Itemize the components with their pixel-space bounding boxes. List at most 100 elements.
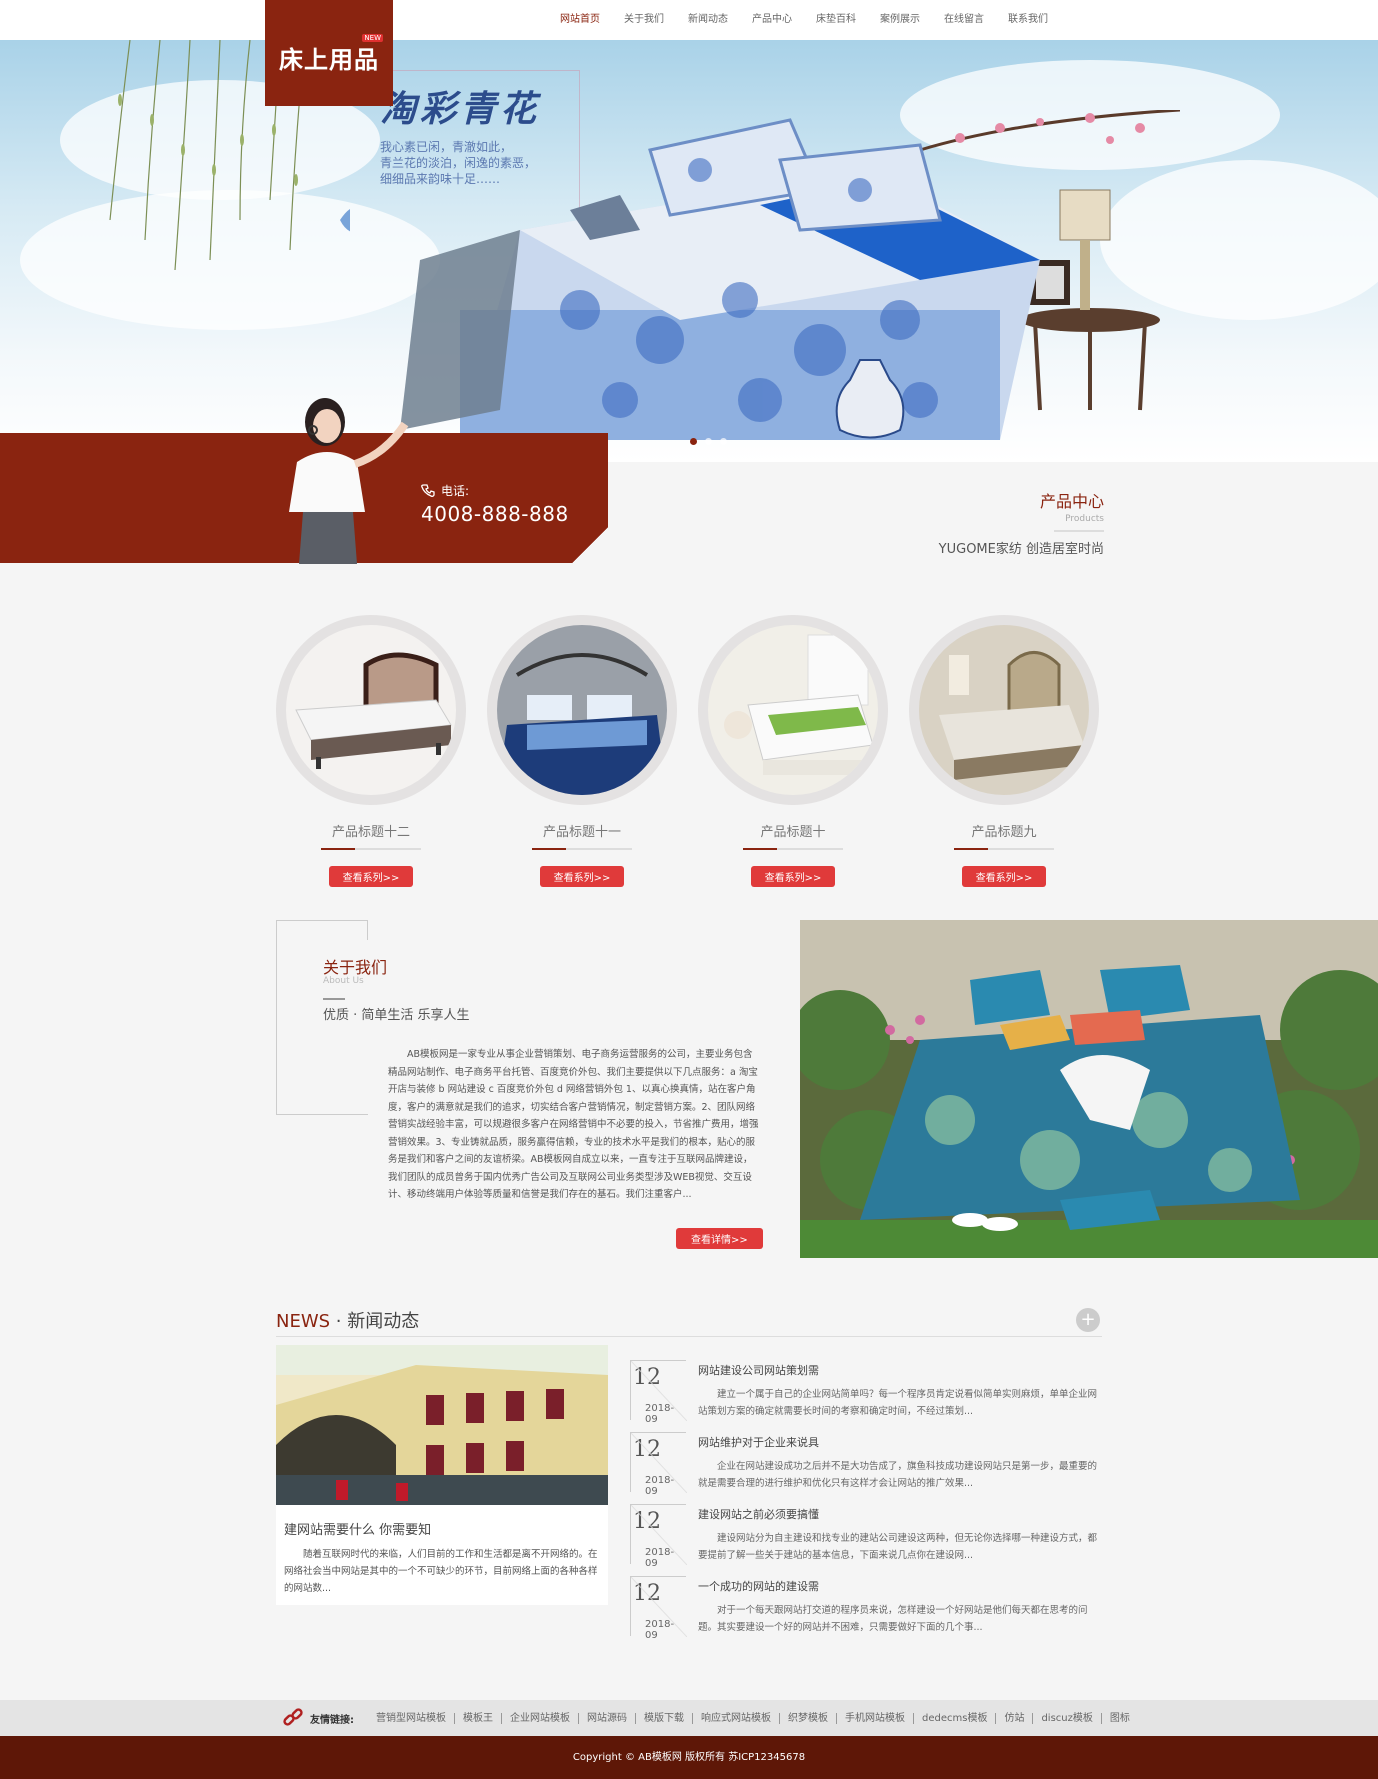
title-underline [954,848,1054,850]
featured-news-title[interactable]: 建网站需要什么 你需要知 [276,1509,608,1538]
divider [323,998,345,1000]
product-image-blue-bedding [497,625,667,795]
friend-links-label: 友情链接: [310,1714,354,1726]
featured-news-image [276,1345,608,1505]
banner-dot[interactable] [720,438,727,445]
news-title[interactable]: 网站维护对于企业来说具 [698,1434,819,1450]
product-title[interactable]: 产品标题九 [909,821,1099,840]
news-summary: 建立一个属于自己的企业网站简单吗？每一个程序员肯定说看似简单实则麻烦，单单企业网… [698,1389,1098,1417]
product-image-frame[interactable] [276,615,466,805]
view-series-button[interactable]: 查看系列>> [961,866,1047,887]
link-chain-icon [283,1708,303,1726]
product-image-white-bed [708,625,878,795]
news-more-button[interactable]: + [1076,1308,1100,1332]
product-image-frame[interactable] [487,615,677,805]
about-subtitle: About Us [323,976,364,986]
news-year-month: 2018-09 [645,1403,675,1425]
view-series-button[interactable]: 查看系列>> [328,866,414,887]
news-summary: 对于一个每天跟网站打交道的程序员来说，怎样建设一个好网站是他们每天都在思考的问题… [698,1605,1088,1633]
site-logo[interactable]: 床上用品 NEW [265,0,393,106]
news-date: 12 2018-09 [630,1360,687,1425]
news-list-item[interactable]: 12 2018-09 一个成功的网站的建设需 对于一个每天跟网站打交道的程序员来… [630,1576,1102,1641]
contact-corner-fold [572,527,608,563]
featured-news-card[interactable]: 建网站需要什么 你需要知 随着互联网时代的来临，人们目前的工作和生活都是离不开网… [276,1345,608,1605]
about-image-garden-bed [800,920,1378,1258]
friend-link[interactable]: 模版下载 [636,1712,693,1724]
nav-item-about[interactable]: 关于我们 [612,0,676,40]
product-title[interactable]: 产品标题十二 [276,821,466,840]
featured-news-summary: 随着互联网时代的来临，人们目前的工作和生活都是离不开网络的。在网络社会当中网站是… [284,1549,598,1594]
nav-item-cases[interactable]: 案例展示 [868,0,932,40]
products-title: 产品中心 [1039,492,1104,511]
news-date: 12 2018-09 [630,1576,687,1641]
phone-label-text: 电话: [441,484,470,498]
product-image-beige-bed [919,625,1089,795]
main-nav: 网站首页 关于我们 新闻动态 产品中心 床垫百科 案例展示 在线留言 联系我们 [548,0,1060,40]
news-title[interactable]: 网站建设公司网站策划需 [698,1362,819,1378]
friend-link[interactable]: 手机网站模板 [837,1712,914,1724]
banner-dot[interactable] [690,438,697,445]
friend-link[interactable]: 仿站 [996,1712,1034,1724]
news-list-item[interactable]: 12 2018-09 建设网站之前必须要搞懂 建设网站分为自主建设和找专业的建站… [630,1504,1102,1569]
nav-item-mattress-wiki[interactable]: 床垫百科 [804,0,868,40]
product-image-frame[interactable] [698,615,888,805]
product-image-mattress [286,625,456,795]
news-list-item[interactable]: 12 2018-09 网站建设公司网站策划需 建立一个属于自己的企业网站简单吗？… [630,1360,1102,1425]
nav-item-products[interactable]: 产品中心 [740,0,804,40]
product-card[interactable]: 产品标题十 查看系列>> [698,615,888,887]
copyright: Copyright © AB模板网 版权所有 苏ICP12345678 [0,1736,1378,1779]
friend-link[interactable]: 网站源码 [579,1712,636,1724]
news-list-item[interactable]: 12 2018-09 网站维护对于企业来说具 企业在网站建设成功之后并不是大功告… [630,1432,1102,1497]
nav-item-contact[interactable]: 联系我们 [996,0,1060,40]
product-title[interactable]: 产品标题十 [698,821,888,840]
product-card[interactable]: 产品标题十一 查看系列>> [487,615,677,887]
news-date: 12 2018-09 [630,1504,687,1569]
title-underline [532,848,632,850]
view-series-button[interactable]: 查看系列>> [539,866,625,887]
about-slogan: 优质 · 简单生活 乐享人生 [323,1008,470,1023]
banner-pagination [690,438,727,445]
title-underline [743,848,843,850]
bed-illustration [400,110,1180,440]
nav-item-news[interactable]: 新闻动态 [676,0,740,40]
about-description: AB模板网是一家专业从事企业营销策划、电子商务运营服务的公司，主要业务包含精品网… [388,1049,759,1200]
news-title[interactable]: 建设网站之前必须要搞懂 [698,1506,819,1522]
news-date: 12 2018-09 [630,1432,687,1497]
friend-links: 友情链接: 营销型网站模板 模板王 企业网站模板 网站源码 模版下载 响应式网站… [282,1700,1138,1736]
news-title-en: NEWS [276,1311,331,1332]
friend-links-bar: 友情链接: 营销型网站模板 模板王 企业网站模板 网站源码 模版下载 响应式网站… [0,1700,1378,1736]
news-summary: 建设网站分为自主建设和找专业的建站公司建设这两种，但无论你选择哪一种建设方式，都… [698,1533,1098,1561]
divider [276,1336,1102,1337]
about-title: 关于我们 [323,958,388,977]
friend-link[interactable]: 企业网站模板 [502,1712,579,1724]
news-title-cn: · 新闻动态 [330,1311,420,1332]
view-series-button[interactable]: 查看系列>> [750,866,836,887]
news-year-month: 2018-09 [645,1547,675,1569]
hero-banner: 淘彩青花 我心素已闲，青澈如此， 青兰花的淡泊，闲逸的素恶， 细细品来韵味十足…… [0,40,1378,462]
friend-link[interactable]: 响应式网站模板 [693,1712,780,1724]
product-image-frame[interactable] [909,615,1099,805]
product-title[interactable]: 产品标题十一 [487,821,677,840]
customer-service-agent-illustration [289,398,409,564]
divider [1054,530,1104,532]
phone-label: 电话: [421,482,469,499]
friend-link[interactable]: 织梦模板 [780,1712,837,1724]
news-day: 12 [633,1581,661,1606]
news-year-month: 2018-09 [645,1619,675,1641]
view-details-button[interactable]: 查看详情>> [676,1228,763,1249]
nav-item-home[interactable]: 网站首页 [548,0,612,40]
product-card[interactable]: 产品标题十二 查看系列>> [276,615,466,887]
products-slogan: YUGOME家纺 创造居室时尚 [938,542,1104,557]
friend-link[interactable]: discuz模板 [1033,1712,1102,1724]
nav-item-message[interactable]: 在线留言 [932,0,996,40]
friend-link[interactable]: 营销型网站模板 [368,1712,455,1724]
site-header: 网站首页 关于我们 新闻动态 产品中心 床垫百科 案例展示 在线留言 联系我们 [0,0,1378,40]
friend-link[interactable]: 模板王 [455,1712,502,1724]
news-title[interactable]: 一个成功的网站的建设需 [698,1578,819,1594]
banner-dot[interactable] [705,438,712,445]
friend-link[interactable]: dedecms模板 [914,1712,997,1724]
product-card[interactable]: 产品标题九 查看系列>> [909,615,1099,887]
friend-link[interactable]: 图标 [1102,1713,1138,1724]
news-year-month: 2018-09 [645,1475,675,1497]
news-day: 12 [633,1509,661,1534]
